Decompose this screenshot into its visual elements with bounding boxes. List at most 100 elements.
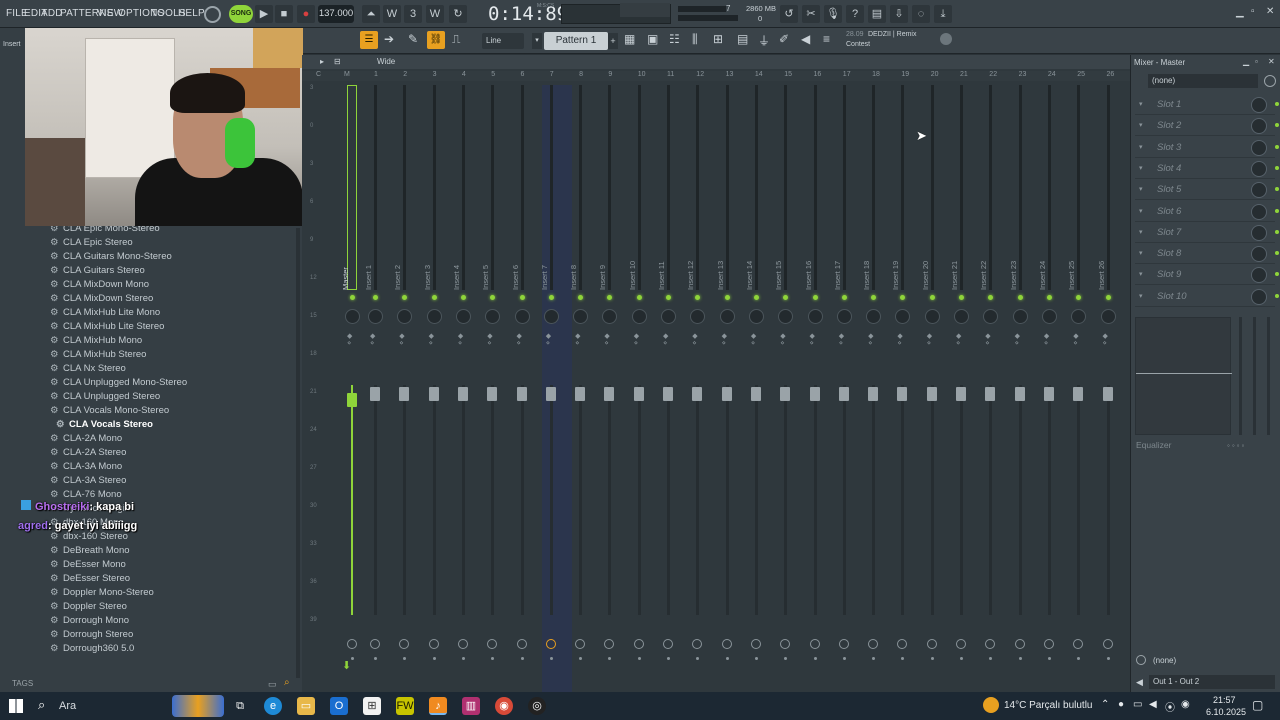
insert-stereo-icon[interactable]: ◆ ⋄ — [370, 333, 375, 347]
insert-stereo-icon[interactable]: ◆ ⋄ — [634, 333, 639, 347]
cut-icon[interactable]: ✂ — [802, 5, 820, 23]
record-button[interactable]: ● — [297, 5, 315, 23]
insert-mute-led[interactable] — [636, 295, 642, 300]
insert-mute-led[interactable] — [373, 295, 378, 300]
insert-strip[interactable]: Insert 25 ◆ ⋄ — [1065, 85, 1092, 685]
edge-icon[interactable]: e — [264, 697, 282, 715]
insert-stereo-icon[interactable]: ◆ ⋄ — [604, 333, 609, 347]
insert-pan-knob[interactable] — [719, 309, 735, 324]
insert-fader[interactable] — [692, 387, 703, 401]
insert-pan-knob[interactable] — [368, 309, 383, 324]
insert-send-knob[interactable] — [370, 639, 380, 649]
store-icon[interactable]: ⊞ — [363, 697, 381, 715]
piano-roll-icon[interactable]: ▣ — [647, 32, 658, 46]
eq-graph[interactable] — [1135, 317, 1232, 435]
effect-slot[interactable]: ▾ Slot 1 — [1135, 95, 1279, 115]
outlook-icon[interactable]: O — [330, 697, 348, 715]
insert-send-knob[interactable] — [545, 639, 556, 649]
search-icon[interactable]: ⌕ — [38, 697, 45, 713]
insert-fader[interactable] — [516, 387, 527, 401]
insert-fader[interactable] — [663, 387, 673, 401]
insert-stereo-icon[interactable]: ◆ ⋄ — [1073, 333, 1078, 347]
insert-stereo-icon[interactable]: ◆ ⋄ — [663, 333, 668, 347]
browser-list-item[interactable]: ⚙ CLA MixHub Mono — [50, 335, 142, 346]
browser-list-item[interactable]: ⚙ Dorrough360 5.0 — [50, 643, 134, 654]
insert-send-knob[interactable] — [457, 639, 468, 649]
slot-arrow-icon[interactable]: ▾ — [1139, 228, 1143, 236]
insert-strip[interactable]: Insert 6 ◆ ⋄ — [509, 85, 536, 685]
effect-slot[interactable]: ▾ Slot 5 — [1135, 180, 1279, 201]
insert-route-dot[interactable] — [989, 657, 993, 660]
insert-fader[interactable] — [633, 387, 644, 401]
insert-strip[interactable]: Insert 16 ◆ ⋄ — [802, 85, 829, 685]
browser-list-item[interactable]: ⚙ DeEsser Stereo — [50, 573, 130, 584]
step-edit-icon[interactable]: W — [426, 5, 444, 23]
master-send-knob[interactable] — [347, 639, 357, 649]
folder-icon[interactable]: ▭ — [268, 679, 277, 690]
insert-route-dot[interactable] — [1018, 657, 1022, 660]
tray-volume-icon[interactable]: ◀ — [1149, 699, 1157, 710]
browser-list-item[interactable]: ⚙ CLA-3A Mono — [50, 461, 122, 472]
winrar-icon[interactable]: ▥ — [462, 697, 480, 715]
insert-fader[interactable] — [545, 387, 556, 401]
insert-stereo-icon[interactable]: ◆ ⋄ — [868, 333, 873, 347]
insert-stereo-icon[interactable]: ◆ ⋄ — [1015, 333, 1020, 347]
slot-mix-knob[interactable] — [1251, 118, 1267, 135]
insert-route-dot[interactable] — [549, 657, 553, 660]
panel-close-icon[interactable]: ✕ — [1268, 57, 1275, 66]
slot-arrow-icon[interactable]: ▾ — [1139, 207, 1143, 215]
metronome-icon[interactable]: ⏶ — [362, 5, 380, 23]
tray-chevron-icon[interactable]: ⌃ — [1101, 699, 1109, 710]
insert-mute-led[interactable] — [578, 295, 584, 300]
help-icon[interactable]: ? — [846, 5, 864, 23]
browser-list-item[interactable]: ⚙ CLA Guitars Mono-Stereo — [50, 251, 172, 262]
insert-pan-knob[interactable] — [866, 309, 882, 324]
slot-enable-led[interactable] — [1275, 187, 1279, 192]
browser-list-item[interactable]: ⚙ dbx-160 Stereo — [50, 531, 128, 542]
insert-strip[interactable]: Insert 12 ◆ ⋄ — [684, 85, 711, 685]
task-view-icon[interactable]: ⧉ — [231, 697, 249, 715]
slot-enable-led[interactable] — [1275, 272, 1279, 277]
insert-route-dot[interactable] — [1106, 657, 1110, 660]
master-route-dot[interactable] — [351, 657, 354, 660]
insert-mute-led[interactable] — [695, 295, 701, 300]
tags-label[interactable]: TAGS — [12, 679, 33, 688]
list-icon[interactable]: ≡ — [823, 32, 830, 46]
insert-strip[interactable]: Insert 3 ◆ ⋄ — [421, 85, 448, 685]
insert-route-dot[interactable] — [432, 657, 436, 660]
slot-arrow-icon[interactable]: ▾ — [1139, 143, 1143, 151]
insert-route-dot[interactable] — [696, 657, 700, 660]
insert-route-dot[interactable] — [374, 657, 377, 660]
insert-route-dot[interactable] — [901, 657, 905, 660]
slot-mix-knob[interactable] — [1251, 246, 1267, 263]
slot-enable-led[interactable] — [1275, 208, 1279, 213]
loop-record-icon[interactable]: ↻ — [449, 5, 467, 23]
browser-list-item[interactable]: ⚙ CLA Vocals Stereo — [56, 419, 153, 430]
insert-stereo-icon[interactable]: ◆ ⋄ — [956, 333, 961, 347]
browser-list-item[interactable]: ⚙ DeEsser Mono — [50, 559, 126, 570]
insert-pan-knob[interactable] — [1100, 309, 1116, 324]
slot-enable-led[interactable] — [1275, 251, 1279, 256]
menu-item-help[interactable]: HELP — [178, 8, 205, 19]
browser-list-item[interactable]: ⚙ CLA Nx Stereo — [50, 363, 126, 374]
insert-pan-knob[interactable] — [836, 309, 852, 324]
browser-list-item[interactable]: ⚙ CLA-2A Stereo — [50, 447, 126, 458]
insert-pan-knob[interactable] — [455, 309, 471, 324]
arrow-tool-icon[interactable]: ➔ — [384, 32, 394, 46]
news-icon[interactable] — [940, 33, 952, 45]
fl-studio-active-icon[interactable]: ♪ — [429, 697, 447, 715]
browser-list-item[interactable]: ⚙ CLA-76 Mono — [50, 489, 122, 500]
insert-route-dot[interactable] — [579, 657, 583, 660]
insert-mute-led[interactable] — [402, 295, 408, 300]
slot-arrow-icon[interactable]: ▾ — [1139, 164, 1143, 172]
insert-stereo-icon[interactable]: ◆ ⋄ — [1044, 333, 1049, 347]
snap-select[interactable]: Line — [482, 33, 524, 49]
insert-stereo-icon[interactable]: ◆ ⋄ — [399, 333, 404, 347]
insert-pan-knob[interactable] — [426, 309, 442, 324]
start-icon[interactable] — [9, 699, 23, 713]
insert-fader[interactable] — [1043, 387, 1054, 401]
insert-strip[interactable]: Insert 18 ◆ ⋄ — [860, 85, 887, 685]
browser-list-item[interactable]: ⚙ CLA-2A Mono — [50, 433, 122, 444]
insert-send-knob[interactable] — [575, 639, 586, 649]
pattern-selector[interactable]: Pattern 1 — [544, 32, 608, 50]
